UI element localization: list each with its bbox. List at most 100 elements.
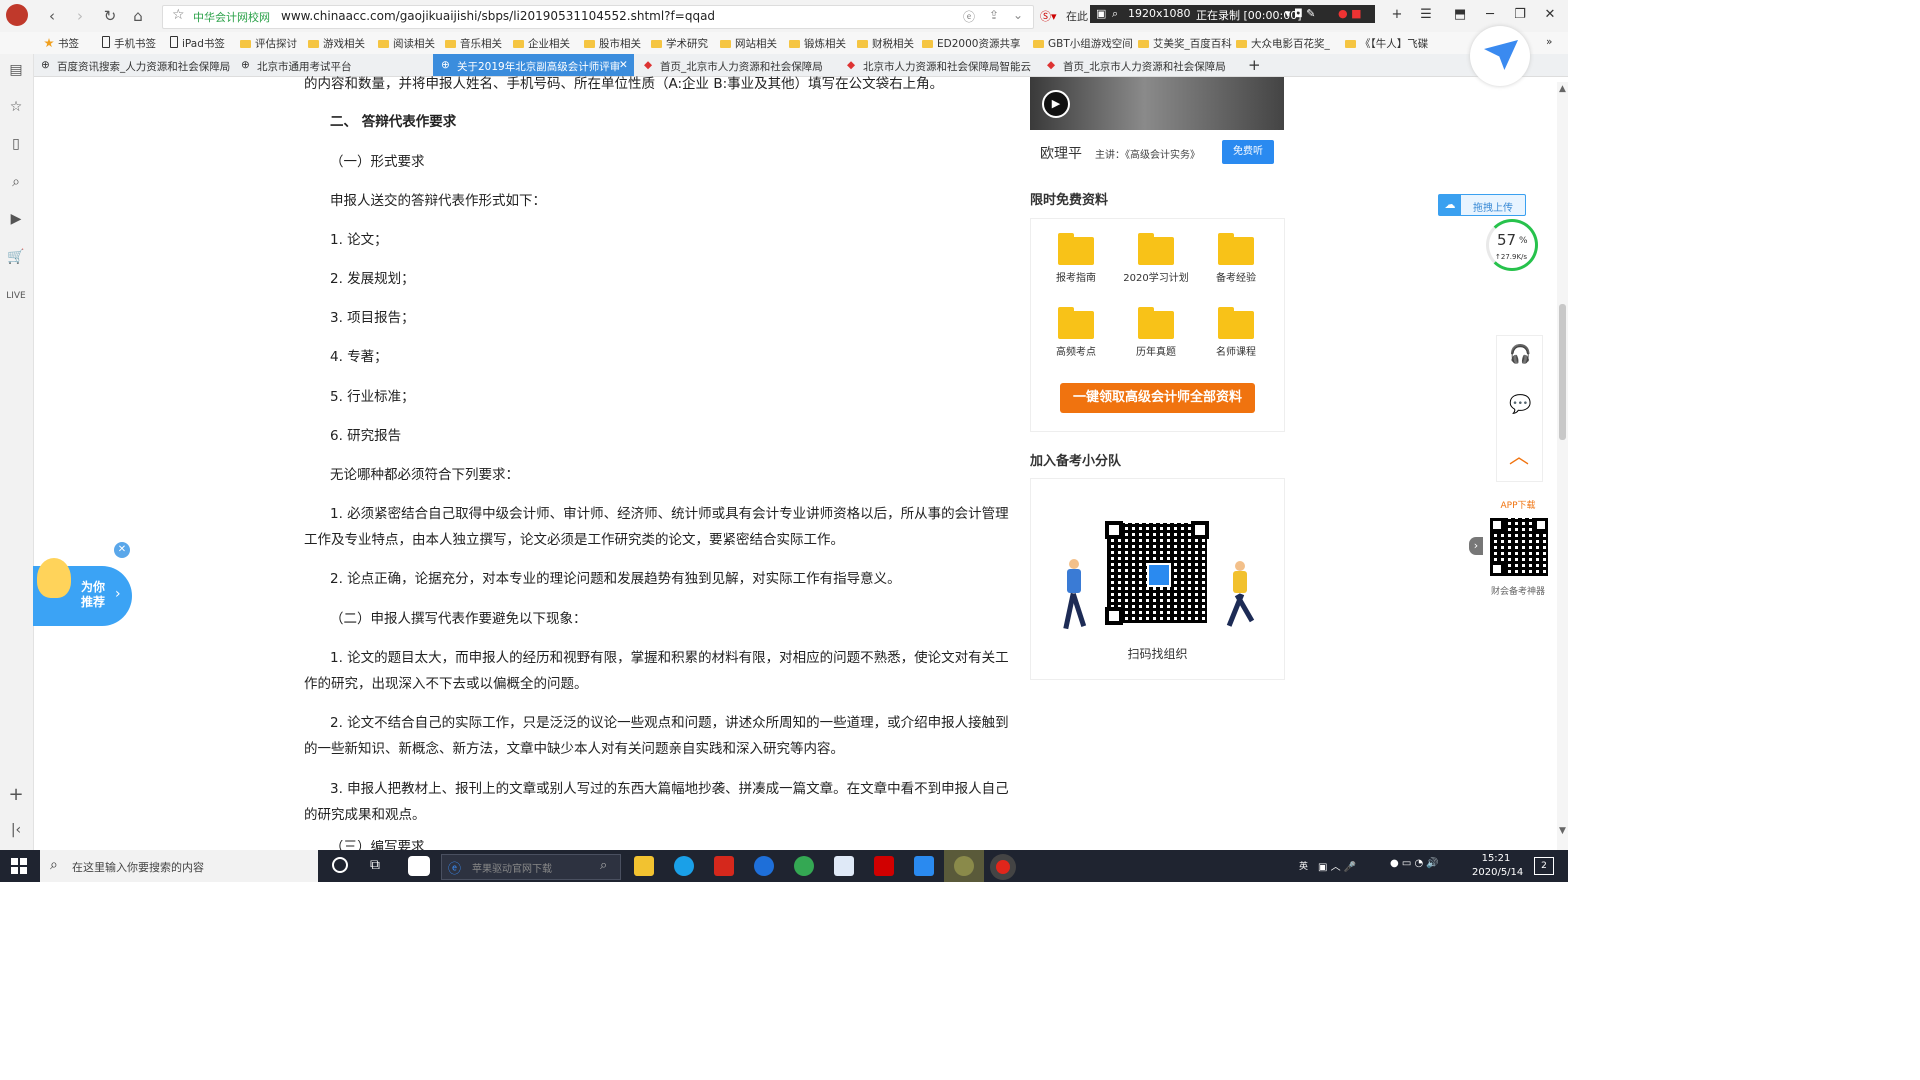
recorder-stop-icon[interactable]: ● ■ [1338,7,1362,20]
bookmark-item[interactable]: 书签 [44,36,79,51]
clock-time[interactable]: 15:21 [1476,853,1516,864]
folder-item[interactable]: 报考指南 [1051,233,1101,284]
forward-icon[interactable]: › [70,6,90,26]
folder-item[interactable]: 历年真题 [1131,307,1181,358]
screen-recorder-bar[interactable]: ▣ ⌕ 1920x1080 正在录制 [00:00:00] ▾ ◘ ✎ ● ■ [1090,5,1375,23]
minimize-icon[interactable]: ─ [1480,7,1500,22]
teacher-video[interactable]: ▶ [1030,77,1284,130]
home-icon[interactable]: ⌂ [128,6,148,26]
share-icon[interactable]: ⇪ [989,8,999,22]
add-icon[interactable]: + [6,784,26,805]
folder-item[interactable]: 2020学习计划 [1123,233,1189,284]
favorites-icon[interactable]: ☆ [6,99,26,119]
recommend-widget[interactable]: 为你推荐 › [33,558,132,626]
bookmark-item[interactable]: 大众电影百花奖_ [1236,36,1330,51]
tray-icons[interactable]: ▣ ︿ 🎤 [1318,858,1356,873]
bookmark-item[interactable]: 阅读相关 [378,36,435,51]
bookmark-item[interactable]: 企业相关 [513,36,570,51]
task-view-icon[interactable]: ⧉ [370,857,380,873]
refresh-icon[interactable]: ↻ [100,6,120,26]
windows-start-icon[interactable] [11,858,27,874]
bookmark-item[interactable]: 《【牛人】飞碟 [1345,36,1428,51]
scroll-down-icon[interactable]: ▼ [1557,826,1568,836]
bookmark-item[interactable]: GBT小组游戏空间 [1033,36,1133,51]
wechat-icon[interactable]: 💬 [1509,394,1531,415]
bookmark-item[interactable]: 游戏相关 [308,36,365,51]
cortana-icon[interactable] [332,857,348,873]
vertical-scrollbar[interactable]: ▲ ▼ [1557,82,1568,850]
headset-icon[interactable]: 🎧 [1509,344,1531,365]
play-icon[interactable]: ▶ [1042,90,1070,118]
ie-search-box[interactable]: ⓔ 苹果驱动官网下载 ⌕ [441,854,621,880]
ie-mode-icon[interactable]: ⓔ [963,8,975,25]
close-recommend-icon[interactable]: ✕ [114,542,130,558]
browser-tab[interactable]: ⊕ 百度资讯搜索_人力资源和社会保障局 [33,54,231,76]
ime-indicator[interactable]: 英 [1299,859,1308,872]
folder-item[interactable]: 高频考点 [1051,307,1101,358]
360-browser-icon[interactable] [794,856,814,876]
bird-logo-icon[interactable] [1470,26,1530,86]
new-tab-icon[interactable]: + [1387,7,1407,22]
close-icon[interactable]: ✕ [1540,7,1560,22]
reader-icon[interactable]: ▤ [6,62,26,82]
menu-icon[interactable]: ☰ [1416,7,1436,22]
bookmark-item[interactable]: 音乐相关 [445,36,502,51]
notes-icon[interactable] [914,856,934,876]
cfo-app-icon[interactable] [954,856,974,876]
app-icon[interactable] [408,856,430,876]
edge-icon[interactable] [754,856,774,876]
app-download-widget[interactable]: APP下载 财会备考神器 [1480,490,1556,600]
live-icon[interactable]: LIVE [6,286,26,306]
recorder-menu-icon[interactable]: ▾ ◘ ✎ [1285,7,1315,20]
bookmark-item[interactable]: 评估探讨 [240,36,297,51]
notification-icon[interactable]: 2 [1534,857,1554,875]
file-explorer-icon[interactable] [634,856,654,876]
bookmark-item[interactable]: 股市相关 [584,36,641,51]
recorder-window-icon[interactable]: ▣ [1096,7,1106,20]
cart-icon[interactable]: 🛒 [6,249,26,269]
clock-date[interactable]: 2020/5/14 [1472,867,1523,878]
collapse-icon[interactable]: |‹ [6,822,26,842]
browser-tab[interactable]: ◆ 首页_北京市人力资源和社会保障局 [1039,54,1237,76]
youdao-icon[interactable] [714,856,734,876]
bookmark-item[interactable]: iPad书签 [170,36,225,51]
video-icon[interactable]: ▶ [6,211,26,231]
search-icon[interactable]: ⌕ [6,174,26,194]
scroll-up-icon[interactable]: ▲ [1557,84,1568,94]
close-tab-icon[interactable]: ✕ [619,59,628,71]
bookmark-item[interactable]: 学术研究 [651,36,708,51]
address-bar[interactable]: ☆ 中华会计网校网 www.chinaacc.com/gaojikuaijish… [162,5,1034,29]
browser-icon[interactable] [674,856,694,876]
bookmark-item[interactable]: ED2000资源共享 [922,36,1020,51]
system-tray-icons[interactable]: ● ▭ ◔ 🔊 [1390,858,1439,869]
bird-app-icon[interactable] [834,856,854,876]
back-to-top-icon[interactable]: ︿ [1509,440,1529,469]
bookmark-item[interactable]: 手机书签 [102,36,156,51]
get-all-materials-button[interactable]: 一键领取高级会计师全部资料 [1060,383,1255,413]
search-hint[interactable]: 在此 [1066,8,1088,24]
bookmark-star-icon[interactable]: ☆ [172,7,185,23]
folder-item[interactable]: 备考经验 [1211,233,1261,284]
back-icon[interactable]: ‹ [42,6,62,26]
bookmark-item[interactable]: 艾美奖_百度百科 [1138,36,1232,51]
free-listen-button[interactable]: 免费听 [1222,140,1274,164]
bookmark-item[interactable]: 财税相关 [857,36,914,51]
url-text[interactable]: www.chinaacc.com/gaojikuaijishi/sbps/li2… [281,9,715,23]
search-engine-icon[interactable]: Ⓢ▾ [1040,8,1057,24]
pdf-icon[interactable] [874,856,894,876]
user-avatar[interactable] [6,4,28,26]
new-tab-button[interactable]: + [1245,54,1261,76]
scrollbar-thumb[interactable] [1559,304,1566,440]
upload-widget[interactable]: ☁ 拖拽上传 [1438,194,1526,216]
bookmark-item[interactable]: 网站相关 [720,36,777,51]
restore-icon[interactable]: ❐ [1510,7,1530,22]
book-icon[interactable]: ▯ [6,136,26,156]
network-speed-widget[interactable]: 57 % ↑27.9K/s [1486,219,1538,271]
dropdown-icon[interactable]: ⌄ [1013,8,1023,22]
folder-item[interactable]: 名师课程 [1211,307,1261,358]
taskbar-search-box[interactable]: ⌕ 在这里输入你要搜索的内容 [40,850,318,882]
more-bookmarks-icon[interactable]: » [1546,36,1552,48]
bookmark-item[interactable]: 锻炼相关 [789,36,846,51]
skin-icon[interactable]: ⬒ [1450,7,1470,22]
collapse-arrow-icon[interactable]: › [1469,537,1483,555]
